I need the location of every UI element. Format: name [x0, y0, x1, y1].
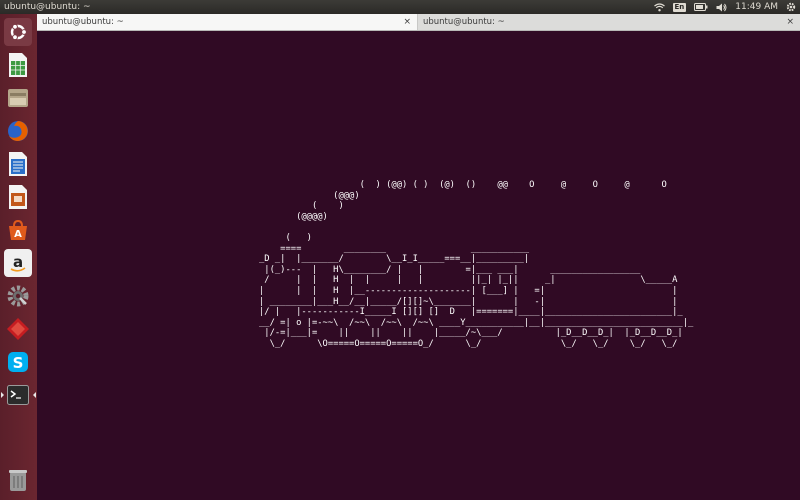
tab-terminal-2[interactable]: ubuntu@ubuntu: ~ ×	[418, 14, 800, 30]
clock[interactable]: 11:49 AM	[735, 0, 778, 14]
tab-label: ubuntu@ubuntu: ~	[423, 17, 505, 27]
keyboard-layout-label: En	[672, 2, 687, 12]
wifi-icon[interactable]	[653, 0, 665, 14]
trash-icon	[9, 470, 27, 491]
libreoffice-writer-launcher[interactable]	[4, 150, 32, 178]
session-gear-icon[interactable]	[786, 0, 796, 14]
indicator-area: En 11:49 AM	[653, 0, 797, 14]
spreadsheet-icon	[9, 53, 27, 77]
trash-launcher[interactable]	[4, 466, 32, 494]
terminal-tab-bar: ubuntu@ubuntu: ~ × ubuntu@ubuntu: ~ ×	[37, 14, 800, 31]
system-settings-launcher[interactable]	[4, 282, 32, 310]
keyboard-layout-indicator[interactable]: En	[672, 0, 687, 14]
writer-document-icon	[9, 152, 27, 176]
tab-close-button[interactable]: ×	[786, 14, 794, 30]
skype-launcher[interactable]: S	[4, 348, 32, 376]
volume-icon[interactable]	[716, 0, 727, 14]
settings-icon	[7, 285, 29, 307]
window-title: ubuntu@ubuntu: ~	[4, 2, 91, 12]
running-app-indicator	[1, 392, 4, 398]
tab-close-button[interactable]: ×	[403, 14, 411, 30]
files-launcher[interactable]	[4, 84, 32, 112]
ubuntu-dash-icon	[10, 23, 27, 41]
libreoffice-calc-launcher[interactable]	[4, 51, 32, 79]
svg-text:S: S	[13, 354, 24, 372]
amazon-launcher[interactable]: a	[4, 249, 32, 277]
software-center-launcher[interactable]: A	[4, 216, 32, 244]
focused-app-indicator	[33, 392, 36, 398]
top-panel: ubuntu@ubuntu: ~ En 11:49 AM	[0, 0, 800, 14]
terminal-launcher[interactable]	[4, 381, 32, 409]
presentation-icon	[9, 185, 27, 209]
file-manager-icon	[8, 89, 28, 107]
terminal-icon	[7, 385, 29, 405]
tab-label: ubuntu@ubuntu: ~	[42, 17, 124, 27]
svg-text:A: A	[14, 229, 22, 240]
terminal-output-area[interactable]: ( ) (@@) ( ) (@) () @@ O @ O @ O (@@@) (…	[37, 31, 800, 500]
battery-icon[interactable]	[694, 0, 708, 14]
sl-steam-locomotive-ascii-art: ( ) (@@) ( ) (@) () @@ O @ O @ O (@@@) (…	[259, 180, 694, 349]
svg-text:a: a	[13, 253, 23, 271]
ubuntu-dash-button[interactable]	[4, 18, 32, 46]
amazon-icon: a	[10, 253, 26, 272]
firefox-icon	[8, 121, 28, 141]
red-diamond-app-icon	[7, 318, 29, 340]
tab-terminal-1[interactable]: ubuntu@ubuntu: ~ ×	[37, 14, 418, 30]
unity-launcher: A a S	[0, 14, 38, 500]
skype-icon: S	[8, 352, 28, 372]
software-center-icon: A	[9, 219, 27, 240]
libreoffice-impress-launcher[interactable]	[4, 183, 32, 211]
red-diamond-app-launcher[interactable]	[4, 315, 32, 343]
firefox-launcher[interactable]	[4, 117, 32, 145]
